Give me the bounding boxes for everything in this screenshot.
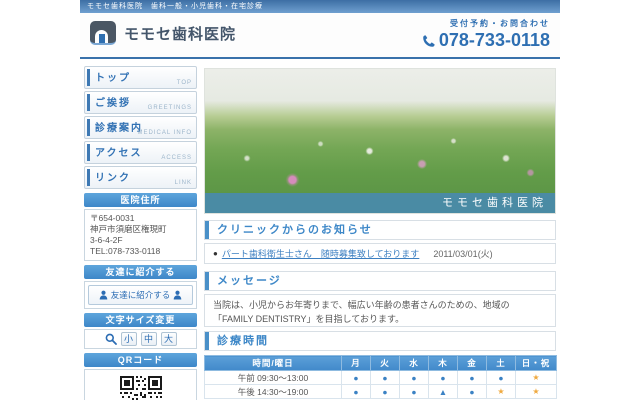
header-divider	[80, 57, 560, 59]
hours-cell: ★	[515, 384, 557, 399]
clinic-logo-icon	[90, 21, 116, 45]
address-line: TEL:078-733-0118	[90, 246, 161, 256]
news-list: ● パート歯科衛生士さん 随時募集致しております 2011/03/01(火)	[204, 243, 556, 264]
refer-header: 友達に紹介する	[84, 265, 197, 279]
sidebar-item-medical-info[interactable]: 診療案内 MEDICAL INFO	[84, 116, 197, 139]
qr-box	[84, 369, 197, 400]
sidebar: トップ TOP ご挨拶 GREETINGS 診療案内 MEDICAL INFO …	[84, 66, 197, 400]
message-body: 当院は、小児からお年寄りまで、幅広い年齢の患者さんのための、地域の「FAMILY…	[204, 294, 556, 327]
address-box: 〒654-0031 神戸市須磨区権現町 3-6-4-2F TEL:078-733…	[84, 209, 197, 261]
message-section-header: メッセージ	[204, 271, 556, 291]
address-line: 神戸市須磨区権現町	[90, 224, 167, 234]
hours-cell: ▲	[428, 384, 458, 399]
hours-col-header: 金	[457, 355, 487, 371]
refer-box: 友達に紹介する	[84, 281, 197, 309]
fontsize-medium-button[interactable]: 中	[140, 332, 157, 346]
header-contact: 受付予約・お問合わせ 078-733-0118	[422, 18, 550, 51]
hours-col-header: 土	[486, 355, 516, 371]
person-icon	[173, 290, 182, 300]
hours-col-header: 火	[370, 355, 400, 371]
hours-cell: ●	[399, 384, 429, 399]
photo-caption: モモセ歯科医院	[205, 193, 555, 213]
hero-photo: モモセ歯科医院	[204, 68, 556, 214]
news-date: 2011/03/01(火)	[433, 249, 493, 259]
hours-cell: ●	[428, 370, 458, 385]
hours-row-afternoon: 午後 14:30～19:00 ● ● ● ▲ ● ★ ★	[204, 384, 557, 399]
hours-col-header: 日・祝	[515, 355, 557, 371]
refer-friend-button[interactable]: 友達に紹介する	[88, 285, 193, 305]
site-tagline: モモセ歯科医院 歯科一般・小児歯科・在宅診療	[87, 3, 263, 10]
address-line: 〒654-0031	[90, 213, 135, 223]
hours-row-morning: 午前 09:30～13:00 ● ● ● ● ● ● ★	[204, 370, 557, 385]
address-line: 3-6-4-2F	[90, 235, 123, 245]
clinic-name: モモセ歯科医院	[124, 25, 237, 43]
hours-col-header: 時間/曜日	[204, 355, 342, 371]
clinic-homepage: モモセ歯科医院 歯科一般・小児歯科・在宅診療 モモセ歯科医院 受付予約・お問合わ…	[0, 0, 640, 400]
hours-cell: ●	[370, 384, 400, 399]
sidebar-item-top[interactable]: トップ TOP	[84, 66, 197, 89]
fontsize-large-button[interactable]: 大	[160, 332, 177, 346]
hours-col-header: 月	[341, 355, 371, 371]
address-header: 医院住所	[84, 193, 197, 207]
site-header: モモセ歯科医院 受付予約・お問合わせ 078-733-0118	[80, 13, 560, 57]
hours-cell: ●	[486, 370, 516, 385]
news-link[interactable]: パート歯科衛生士さん 随時募集致しております	[222, 247, 419, 260]
qr-code	[119, 376, 162, 400]
hours-row-label: 午前 09:30～13:00	[204, 370, 342, 385]
phone-number[interactable]: 078-733-0118	[422, 30, 550, 51]
person-icon	[99, 290, 108, 300]
contact-label: 受付予約・お問合わせ	[450, 19, 550, 28]
site-tagline-bar: モモセ歯科医院 歯科一般・小児歯科・在宅診療	[80, 0, 560, 13]
qr-header: QRコード	[84, 353, 197, 367]
fontsize-small-button[interactable]: 小	[120, 332, 137, 346]
hours-cell: ●	[457, 370, 487, 385]
hours-col-header: 水	[399, 355, 429, 371]
hours-header-row: 時間/曜日 月 火 水 木 金 土 日・祝	[204, 355, 557, 371]
sidebar-item-link[interactable]: リンク LINK	[84, 166, 197, 189]
hours-cell: ●	[341, 384, 371, 399]
hours-cell: ●	[341, 370, 371, 385]
news-section-header: クリニックからのお知らせ	[204, 220, 556, 240]
hours-cell: ★	[515, 370, 557, 385]
clinic-logo[interactable]: モモセ歯科医院	[90, 21, 236, 45]
news-bullet: ●	[213, 249, 218, 258]
hours-cell: ●	[370, 370, 400, 385]
magnifier-icon	[105, 333, 117, 345]
sidebar-item-access[interactable]: アクセス ACCESS	[84, 141, 197, 164]
sidebar-item-greetings[interactable]: ご挨拶 GREETINGS	[84, 91, 197, 114]
fontsize-box: 小 中 大	[84, 329, 197, 349]
hours-row-label: 午後 14:30～19:00	[204, 384, 342, 399]
hours-cell: ●	[457, 384, 487, 399]
fontsize-header: 文字サイズ変更	[84, 313, 197, 327]
hours-col-header: 木	[428, 355, 458, 371]
hours-section-header: 診療時間	[204, 331, 556, 351]
hours-cell: ★	[486, 384, 516, 399]
hours-table: 時間/曜日 月 火 水 木 金 土 日・祝 午前 09:30～13:00 ● ●…	[204, 355, 557, 399]
hours-cell: ●	[399, 370, 429, 385]
phone-icon	[423, 34, 435, 47]
